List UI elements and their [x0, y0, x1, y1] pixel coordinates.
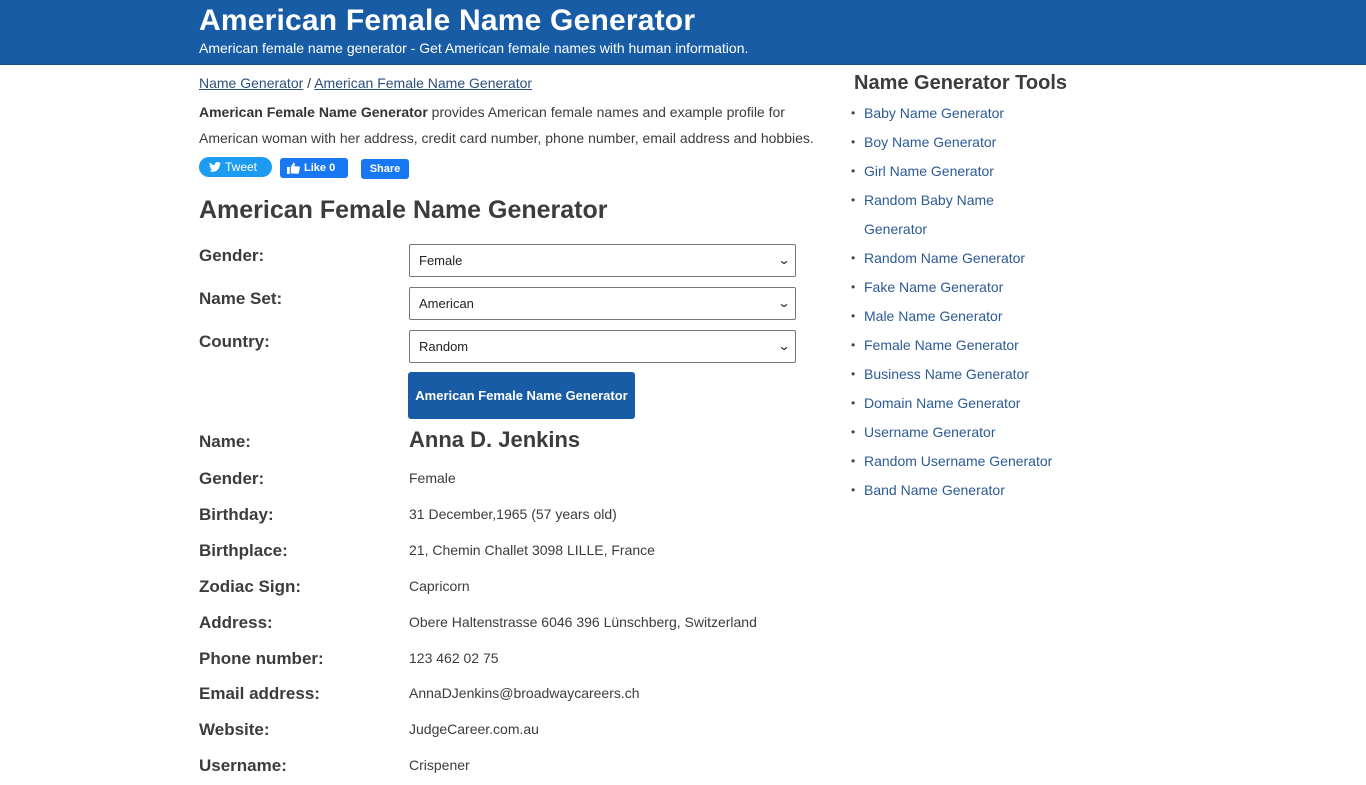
username-value: Crispener — [409, 757, 470, 773]
profile-row-birthday: Birthday: 31 December,1965 (57 years old… — [199, 497, 839, 533]
profile-row-gender: Gender: Female — [199, 461, 839, 497]
site-title[interactable]: American Female Name Generator — [199, 4, 748, 38]
profile-details: Name: Anna D. Jenkins Gender: Female Bir… — [199, 425, 839, 785]
profile-row-name: Name: Anna D. Jenkins — [199, 425, 839, 461]
address-value: Obere Haltenstrasse 6046 396 Lünschberg,… — [409, 614, 757, 630]
sidebar-link-baby-name[interactable]: Baby Name Generator — [864, 105, 1004, 121]
sidebar-link-fake-name[interactable]: Fake Name Generator — [864, 279, 1003, 295]
main-content: Name Generator / American Female Name Ge… — [199, 65, 839, 775]
sidebar-item: Girl Name Generator — [851, 157, 1069, 186]
form-row-gender: Gender: Female ⌄ — [199, 244, 839, 287]
name-label: Name: — [199, 432, 251, 451]
tweet-button[interactable]: Tweet — [199, 157, 272, 177]
like-label: Like 0 — [304, 162, 336, 174]
username-label: Username: — [199, 756, 287, 775]
gender-label: Gender: — [199, 246, 265, 265]
form-row-country: Country: Random ⌄ — [199, 330, 839, 373]
facebook-like-button[interactable]: Like 0 — [280, 158, 348, 178]
birthday-value: 31 December,1965 (57 years old) — [409, 506, 617, 522]
site-header: American Female Name Generator American … — [0, 0, 1366, 65]
email-label: Email address: — [199, 684, 320, 703]
website-value: JudgeCareer.com.au — [409, 721, 539, 737]
sidebar-item: Business Name Generator — [851, 360, 1069, 389]
gender-detail-label: Gender: — [199, 469, 265, 488]
sidebar-item: Random Baby Name Generator — [851, 186, 1014, 244]
sidebar-link-band-name[interactable]: Band Name Generator — [864, 482, 1005, 498]
chevron-down-icon: ⌄ — [777, 253, 791, 267]
sidebar-link-username[interactable]: Username Generator — [864, 424, 996, 440]
chevron-down-icon: ⌄ — [777, 339, 791, 353]
sidebar-link-random-baby-name[interactable]: Random Baby Name Generator — [864, 192, 994, 237]
profile-row-phone: Phone number: 123 462 02 75 — [199, 641, 839, 677]
profile-row-birthplace: Birthplace: 21, Chemin Challet 3098 LILL… — [199, 533, 839, 569]
email-value: AnnaDJenkins@broadwaycareers.ch — [409, 685, 640, 701]
sidebar-link-male-name[interactable]: Male Name Generator — [864, 308, 1003, 324]
sidebar-link-girl-name[interactable]: Girl Name Generator — [864, 163, 994, 179]
page-heading: American Female Name Generator — [199, 196, 608, 224]
sidebar-item: Random Name Generator — [851, 244, 1069, 273]
sidebar-link-random-name[interactable]: Random Name Generator — [864, 250, 1025, 266]
breadcrumb: Name Generator / American Female Name Ge… — [199, 74, 839, 92]
phone-value: 123 462 02 75 — [409, 650, 499, 666]
generate-button[interactable]: American Female Name Generator — [408, 372, 635, 419]
profile-row-zodiac: Zodiac Sign: Capricorn — [199, 569, 839, 605]
sidebar-item: Username Generator — [851, 418, 1069, 447]
sidebar-item: Female Name Generator — [851, 331, 1069, 360]
birthday-label: Birthday: — [199, 505, 274, 524]
generator-form: Gender: Female ⌄ Name Set: American ⌄ Co… — [199, 244, 839, 373]
chevron-down-icon: ⌄ — [777, 296, 791, 310]
header-content: American Female Name Generator American … — [199, 4, 748, 57]
sidebar: Name Generator Tools Baby Name Generator… — [851, 70, 1114, 505]
breadcrumb-separator: / — [307, 75, 312, 91]
birthplace-label: Birthplace: — [199, 541, 288, 560]
sidebar-link-female-name[interactable]: Female Name Generator — [864, 337, 1019, 353]
thumbs-up-icon — [287, 162, 300, 174]
profile-row-username: Username: Crispener — [199, 749, 839, 785]
sidebar-title: Name Generator Tools — [854, 72, 1068, 94]
breadcrumb-link-current[interactable]: American Female Name Generator — [314, 75, 532, 91]
site-subtitle: American female name generator - Get Ame… — [199, 40, 749, 56]
profile-row-address: Address: Obere Haltenstrasse 6046 396 Lü… — [199, 605, 839, 641]
profile-row-website: Website: JudgeCareer.com.au — [199, 713, 839, 749]
country-label: Country: — [199, 332, 270, 351]
sidebar-item: Male Name Generator — [851, 302, 1069, 331]
breadcrumb-link-name-generator[interactable]: Name Generator — [199, 75, 303, 91]
intro-paragraph: American Female Name Generator provides … — [199, 99, 839, 151]
facebook-share-button[interactable]: Share — [361, 159, 409, 179]
sidebar-item: Domain Name Generator — [851, 389, 1069, 418]
form-row-name-set: Name Set: American ⌄ — [199, 287, 839, 330]
sidebar-list: Baby Name Generator Boy Name Generator G… — [851, 99, 1114, 505]
sidebar-item: Random Username Generator — [851, 447, 1069, 476]
tweet-label: Tweet — [225, 160, 258, 174]
name-set-select[interactable]: American ⌄ — [409, 287, 796, 320]
sidebar-link-domain-name[interactable]: Domain Name Generator — [864, 395, 1020, 411]
gender-select[interactable]: Female ⌄ — [409, 244, 796, 277]
profile-row-email: Email address: AnnaDJenkins@broadwaycare… — [199, 677, 839, 713]
sidebar-item: Fake Name Generator — [851, 273, 1069, 302]
website-label: Website: — [199, 720, 270, 739]
sidebar-item: Baby Name Generator — [851, 99, 1069, 128]
social-buttons: Tweet Like 0 Share — [199, 157, 839, 179]
country-select-value: Random — [419, 339, 469, 354]
birthplace-value: 21, Chemin Challet 3098 LILLE, France — [409, 542, 655, 558]
phone-label: Phone number: — [199, 649, 324, 668]
intro-bold: American Female Name Generator — [199, 104, 428, 120]
gender-detail-value: Female — [409, 470, 456, 486]
name-set-select-value: American — [419, 296, 474, 311]
gender-select-value: Female — [419, 253, 463, 268]
zodiac-value: Capricorn — [409, 578, 470, 594]
sidebar-item: Band Name Generator — [851, 476, 1069, 505]
name-set-label: Name Set: — [199, 289, 283, 308]
twitter-bird-icon — [209, 162, 221, 172]
sidebar-link-boy-name[interactable]: Boy Name Generator — [864, 134, 996, 150]
sidebar-link-random-username[interactable]: Random Username Generator — [864, 453, 1052, 469]
zodiac-label: Zodiac Sign: — [199, 577, 301, 596]
country-select[interactable]: Random ⌄ — [409, 330, 796, 363]
sidebar-link-business-name[interactable]: Business Name Generator — [864, 366, 1029, 382]
name-value: Anna D. Jenkins — [409, 427, 581, 452]
sidebar-item: Boy Name Generator — [851, 128, 1069, 157]
address-label: Address: — [199, 613, 273, 632]
